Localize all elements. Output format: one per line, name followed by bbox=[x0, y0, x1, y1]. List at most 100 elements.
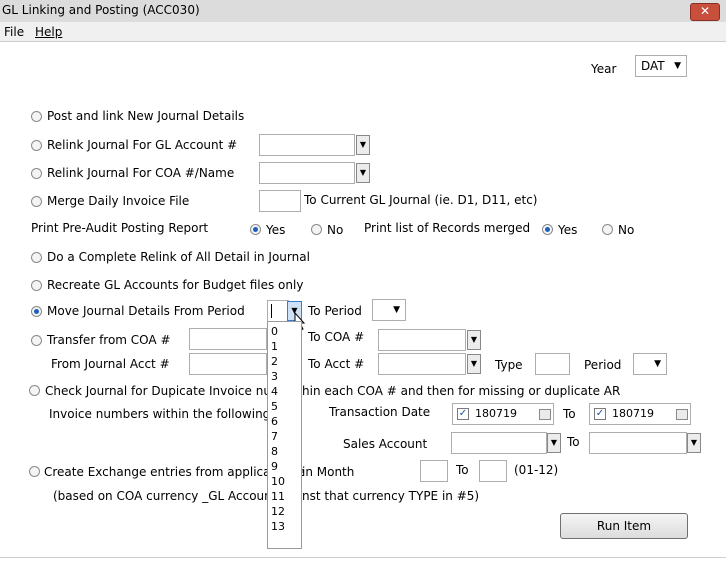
menu-file[interactable]: File bbox=[4, 25, 24, 39]
post-link-label: Post and link New Journal Details bbox=[47, 109, 245, 123]
text-cursor bbox=[271, 304, 272, 318]
print-list-label: Print list of Records merged bbox=[364, 221, 531, 235]
calendar-icon[interactable] bbox=[539, 409, 551, 420]
to-coa-label: To COA # bbox=[308, 330, 365, 344]
relink-coa-input[interactable] bbox=[259, 162, 355, 184]
period-option[interactable]: 11 bbox=[271, 490, 285, 503]
relink-coa-dropdown[interactable]: ▼ bbox=[356, 163, 370, 183]
relink-gl-dropdown[interactable]: ▼ bbox=[356, 135, 370, 155]
exchange-month-from-input[interactable] bbox=[420, 460, 448, 482]
transfer-coa-label: Transfer from COA # bbox=[47, 333, 171, 347]
from-period-combo[interactable] bbox=[267, 300, 289, 322]
chevron-down-icon: ▼ bbox=[654, 359, 661, 369]
printlist-yes-label: Yes bbox=[558, 223, 578, 237]
period-option[interactable]: 10 bbox=[271, 475, 285, 488]
to-period-label: To Period bbox=[308, 304, 362, 318]
period-option[interactable]: 4 bbox=[271, 385, 278, 398]
period-option[interactable]: 13 bbox=[271, 520, 285, 533]
status-divider bbox=[0, 557, 726, 558]
menu-help[interactable]: Help bbox=[35, 25, 62, 39]
radio-preaudit-yes[interactable] bbox=[250, 224, 261, 235]
year-label: Year bbox=[591, 62, 617, 76]
relink-gl-input[interactable] bbox=[259, 134, 355, 156]
radio-relink-gl[interactable] bbox=[31, 140, 42, 151]
date-from-value: 180719 bbox=[475, 407, 517, 420]
title-bar: GL Linking and Posting (ACC030) ✕ bbox=[0, 0, 726, 23]
sales-account-from-dropdown[interactable]: ▼ bbox=[547, 433, 561, 453]
date-to-label: To bbox=[563, 407, 576, 421]
period-option[interactable]: 2 bbox=[271, 355, 278, 368]
date-from-checkbox[interactable]: ✓ bbox=[457, 408, 469, 420]
to-coa-dropdown[interactable]: ▼ bbox=[467, 330, 481, 350]
radio-merge-daily[interactable] bbox=[31, 196, 42, 207]
type-input[interactable] bbox=[535, 353, 570, 375]
period-option[interactable]: 9 bbox=[271, 460, 278, 473]
calendar-icon[interactable] bbox=[676, 409, 688, 420]
window-title: GL Linking and Posting (ACC030) bbox=[2, 3, 200, 17]
date-from-picker[interactable]: ✓ 180719 bbox=[452, 403, 554, 425]
year-value: DAT bbox=[641, 59, 665, 73]
year-select[interactable]: DAT ▼ bbox=[635, 55, 687, 77]
sales-account-to-label: To bbox=[567, 435, 580, 449]
to-acct-input[interactable] bbox=[378, 353, 466, 375]
transfer-coa-input[interactable] bbox=[189, 328, 267, 350]
to-period-select[interactable]: ▼ bbox=[372, 299, 406, 321]
date-to-picker[interactable]: ✓ 180719 bbox=[589, 403, 691, 425]
sales-account-to-dropdown[interactable]: ▼ bbox=[687, 433, 701, 453]
merge-journal-input[interactable] bbox=[259, 190, 301, 212]
period-option[interactable]: 8 bbox=[271, 445, 278, 458]
exchange-month-to-input[interactable] bbox=[479, 460, 507, 482]
radio-preaudit-no[interactable] bbox=[311, 224, 322, 235]
radio-create-exchange[interactable] bbox=[29, 466, 40, 477]
close-icon[interactable]: ✕ bbox=[690, 3, 720, 21]
period-option[interactable]: 6 bbox=[271, 415, 278, 428]
merge-daily-label: Merge Daily Invoice File bbox=[47, 194, 190, 208]
chevron-down-icon: ▼ bbox=[393, 305, 400, 315]
period-option[interactable]: 12 bbox=[271, 505, 285, 518]
sales-account-to-input[interactable] bbox=[589, 432, 687, 454]
type-label: Type bbox=[495, 358, 523, 372]
based-on-label-b: nst that currency TYPE in #5) bbox=[302, 489, 480, 503]
run-item-button[interactable]: Run Item bbox=[560, 513, 688, 539]
printlist-no-label: No bbox=[618, 223, 635, 237]
radio-complete-relink[interactable] bbox=[31, 252, 42, 263]
chevron-down-icon: ▼ bbox=[674, 61, 681, 71]
period-option[interactable]: 5 bbox=[271, 400, 278, 413]
radio-post-link[interactable] bbox=[31, 111, 42, 122]
period-dropdown-list[interactable]: 0 1 2 3 4 5 6 7 8 9 10 11 12 13 bbox=[267, 321, 302, 549]
preaudit-yes-label: Yes bbox=[266, 223, 286, 237]
radio-relink-coa[interactable] bbox=[31, 168, 42, 179]
from-journal-acct-input[interactable] bbox=[189, 353, 267, 375]
sales-account-label: Sales Account bbox=[343, 437, 428, 451]
sales-account-from-input[interactable] bbox=[451, 432, 547, 454]
period-option[interactable]: 7 bbox=[271, 430, 278, 443]
radio-recreate-gl[interactable] bbox=[31, 280, 42, 291]
to-acct-label: To Acct # bbox=[308, 357, 365, 371]
date-to-value: 180719 bbox=[612, 407, 654, 420]
date-to-checkbox[interactable]: ✓ bbox=[594, 408, 606, 420]
radio-printlist-no[interactable] bbox=[602, 224, 613, 235]
invoice-numbers-label: Invoice numbers within the following lim bbox=[49, 407, 293, 421]
radio-printlist-yes[interactable] bbox=[542, 224, 553, 235]
complete-relink-label: Do a Complete Relink of All Detail in Jo… bbox=[47, 250, 310, 264]
move-journal-label: Move Journal Details From Period bbox=[47, 304, 245, 318]
radio-transfer-coa[interactable] bbox=[31, 335, 42, 346]
menu-bar: File Help bbox=[0, 22, 726, 42]
from-journal-acct-label: From Journal Acct # bbox=[51, 357, 170, 371]
radio-check-journal[interactable] bbox=[29, 385, 40, 396]
check-journal-label-b: hin each COA # and then for missing or d… bbox=[302, 384, 621, 398]
check-journal-label-a: Check Journal for Dupicate Invoice numbe bbox=[45, 384, 298, 398]
create-exchange-label-a: Create Exchange entries from applicable … bbox=[44, 465, 305, 479]
based-on-label-a: (based on COA currency _GL Account/rat bbox=[53, 489, 298, 503]
period-label: Period bbox=[584, 358, 622, 372]
merge-suffix-label: To Current GL Journal (ie. D1, D11, etc) bbox=[304, 193, 538, 207]
create-exchange-label-b: in Month bbox=[302, 465, 355, 479]
radio-move-journal[interactable] bbox=[31, 306, 42, 317]
period-option[interactable]: 3 bbox=[271, 370, 278, 383]
to-acct-dropdown[interactable]: ▼ bbox=[467, 354, 481, 374]
print-preaudit-label: Print Pre-Audit Posting Report bbox=[31, 221, 209, 235]
to-coa-input[interactable] bbox=[378, 329, 466, 351]
period-option[interactable]: 1 bbox=[271, 340, 278, 353]
period-option[interactable]: 0 bbox=[271, 325, 278, 338]
period-select[interactable]: ▼ bbox=[633, 353, 667, 375]
